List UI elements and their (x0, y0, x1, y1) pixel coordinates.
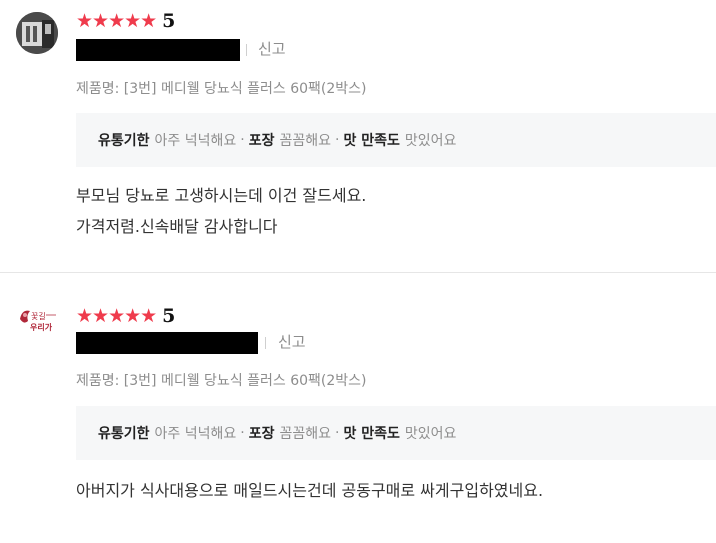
reviewer-avatar[interactable] (16, 12, 58, 54)
separator (265, 337, 266, 349)
review-attributes: 유통기한 아주 넉넉해요 · 포장 꼼꼼해요 · 맛 만족도 맛있어요 (76, 113, 716, 167)
rating: ★★★★★ 5 (76, 305, 175, 327)
reviewer-avatar[interactable]: 꽃길 우리가 (16, 299, 58, 341)
attr-separator: · (335, 425, 340, 441)
review-body-line: 아버지가 식사대용으로 매일드시는건데 공동구매로 싸게구입하였네요. (76, 481, 544, 500)
avatar-photo-icon (16, 12, 58, 54)
attr-key-packaging: 포장 (248, 426, 275, 442)
attr-value-taste: 맛있어요 (404, 426, 457, 442)
attr-separator: · (335, 132, 340, 148)
attr-key-expiry: 유통기한 (98, 426, 150, 442)
avatar-logo-icon: 꽃길 우리가 (16, 299, 58, 341)
star-rating-icon: ★★★★★ (76, 305, 157, 327)
avatar-logo-text-bottom: 우리가 (30, 322, 53, 332)
attr-value-expiry: 아주 넉넉해요 (154, 426, 237, 442)
review-body: 아버지가 식사대용으로 매일드시는건데 공동구매로 싸게구입하였네요. (76, 475, 543, 506)
attr-value-packaging: 꼼꼼해요 (279, 133, 332, 149)
attr-value-taste: 맛있어요 (404, 133, 457, 149)
review-item-2: 꽃길 우리가 ★★★★★ 5 신고 제품명: [3번] 메디웰 당뇨식 플러스 … (0, 273, 716, 543)
report-button[interactable]: 신고 (278, 333, 306, 351)
reviewer-name-redacted (76, 39, 240, 61)
separator (246, 44, 247, 56)
review-attributes: 유통기한 아주 넉넉해요 · 포장 꼼꼼해요 · 맛 만족도 맛있어요 (76, 406, 716, 460)
reviewer-name-redacted (76, 332, 258, 354)
attr-value-packaging: 꼼꼼해요 (279, 426, 332, 442)
attr-separator: · (240, 132, 245, 148)
attr-key-taste: 맛 만족도 (343, 426, 400, 442)
rating: ★★★★★ 5 (76, 10, 175, 32)
attr-separator: · (240, 425, 245, 441)
attr-key-taste: 맛 만족도 (343, 133, 400, 149)
report-button[interactable]: 신고 (258, 40, 286, 58)
star-rating-icon: ★★★★★ (76, 10, 157, 32)
attr-key-packaging: 포장 (248, 133, 275, 149)
product-name: 제품명: [3번] 메디웰 당뇨식 플러스 60팩(2박스) (76, 373, 367, 389)
product-name: 제품명: [3번] 메디웰 당뇨식 플러스 60팩(2박스) (76, 81, 367, 97)
attr-value-expiry: 아주 넉넉해요 (154, 133, 237, 149)
attr-key-expiry: 유통기한 (98, 133, 150, 149)
review-item-1: ★★★★★ 5 신고 제품명: [3번] 메디웰 당뇨식 플러스 60팩(2박스… (0, 0, 716, 272)
review-body: 부모님 당뇨로 고생하시는데 이건 잘드세요. 가격저렴.신속배달 감사합니다 (76, 180, 366, 242)
review-body-line: 부모님 당뇨로 고생하시는데 이건 잘드세요. (76, 186, 367, 205)
review-body-line: 가격저렴.신속배달 감사합니다 (76, 217, 278, 236)
rating-score: 5 (162, 305, 176, 327)
rating-score: 5 (162, 10, 176, 32)
avatar-logo-text-top: 꽃길 (31, 312, 46, 321)
